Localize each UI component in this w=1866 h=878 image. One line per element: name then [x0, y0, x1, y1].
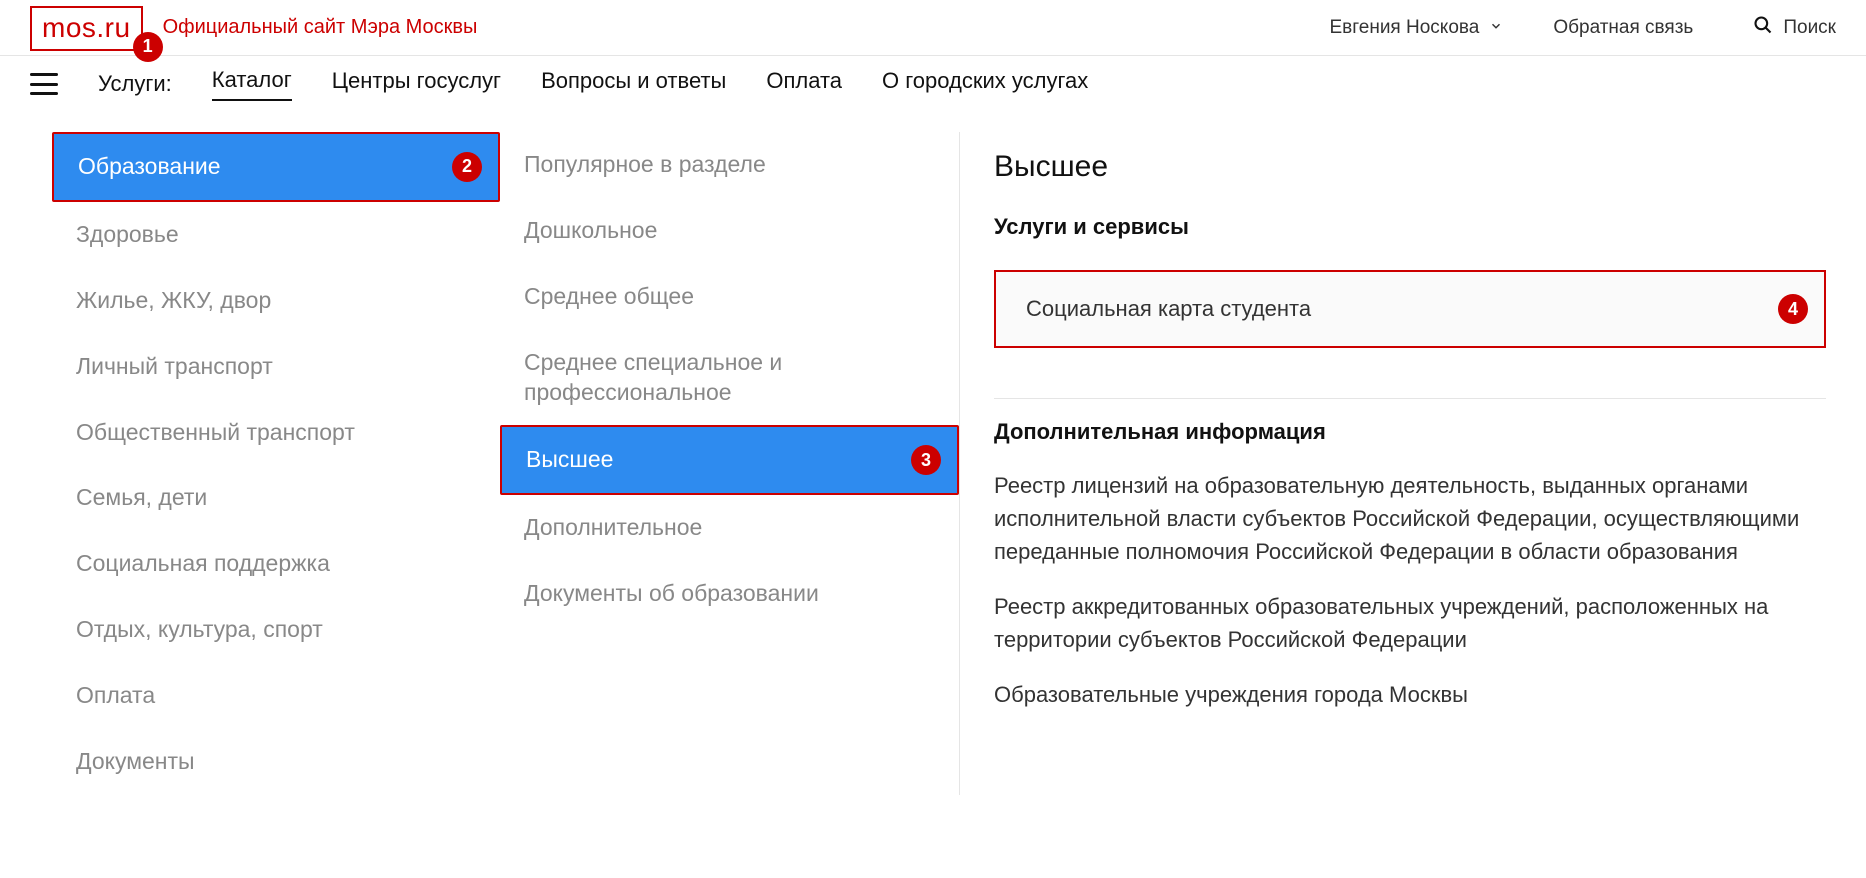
category-label: Образование	[78, 153, 221, 179]
category-payment[interactable]: Оплата	[52, 663, 500, 729]
annotation-badge-3: 3	[911, 445, 941, 475]
nav-catalog[interactable]: Каталог	[212, 67, 292, 101]
chevron-down-icon	[1489, 17, 1503, 39]
category-documents[interactable]: Документы	[52, 729, 500, 795]
category-housing[interactable]: Жилье, ЖКУ, двор	[52, 268, 500, 334]
section-divider	[994, 398, 1826, 399]
nav-bar: Услуги: Каталог Центры госуслуг Вопросы …	[0, 56, 1866, 112]
info-link-accredited[interactable]: Реестр аккредитованных образовательных у…	[994, 590, 1826, 656]
user-name: Евгения Носкова	[1329, 17, 1479, 39]
services-heading: Услуги и сервисы	[994, 214, 1826, 240]
category-education[interactable]: Образование 2	[52, 132, 500, 202]
annotation-badge-2: 2	[452, 152, 482, 182]
search-button[interactable]: Поиск	[1753, 15, 1836, 41]
subcategory-column: Популярное в разделе Дошкольное Среднее …	[500, 132, 960, 795]
subcategory-secondary[interactable]: Среднее общее	[500, 264, 959, 330]
subcategory-preschool[interactable]: Дошкольное	[500, 198, 959, 264]
subcategory-edu-docs[interactable]: Документы об образовании	[500, 561, 959, 627]
search-icon	[1753, 15, 1773, 41]
info-link-licenses[interactable]: Реестр лицензий на образовательную деяте…	[994, 469, 1826, 568]
service-card-label: Социальная карта студента	[1026, 296, 1311, 322]
annotation-badge-1: 1	[133, 32, 163, 62]
top-header: mos.ru 1 Официальный сайт Мэра Москвы Ев…	[0, 0, 1866, 56]
logo-wrapper: mos.ru 1	[30, 12, 143, 44]
feedback-link[interactable]: Обратная связь	[1553, 17, 1693, 39]
category-family[interactable]: Семья, дети	[52, 465, 500, 531]
user-menu[interactable]: Евгения Носкова	[1329, 17, 1503, 39]
nav-payment[interactable]: Оплата	[766, 68, 842, 100]
content-column: Высшее Услуги и сервисы Социальная карта…	[960, 132, 1866, 795]
nav-centers[interactable]: Центры госуслуг	[332, 68, 501, 100]
nav-faq[interactable]: Вопросы и ответы	[541, 68, 726, 100]
main-content: Образование 2 Здоровье Жилье, ЖКУ, двор …	[0, 132, 1866, 795]
search-label: Поиск	[1783, 17, 1836, 39]
annotation-badge-4: 4	[1778, 294, 1808, 324]
menu-icon[interactable]	[30, 73, 58, 95]
category-health[interactable]: Здоровье	[52, 202, 500, 268]
site-subtitle: Официальный сайт Мэра Москвы	[163, 16, 1330, 39]
info-heading: Дополнительная информация	[994, 419, 1826, 445]
subcategory-higher[interactable]: Высшее 3	[500, 425, 959, 495]
subcategory-label: Высшее	[526, 446, 613, 472]
nav-about[interactable]: О городских услугах	[882, 68, 1088, 100]
subcategory-popular[interactable]: Популярное в разделе	[500, 132, 959, 198]
category-personal-transport[interactable]: Личный транспорт	[52, 334, 500, 400]
category-social-support[interactable]: Социальная поддержка	[52, 531, 500, 597]
category-public-transport[interactable]: Общественный транспорт	[52, 400, 500, 466]
category-leisure[interactable]: Отдых, культура, спорт	[52, 597, 500, 663]
subcategory-additional[interactable]: Дополнительное	[500, 495, 959, 561]
page-title: Высшее	[994, 150, 1826, 184]
info-link-moscow-edu[interactable]: Образовательные учреждения города Москвы	[994, 678, 1826, 711]
logo[interactable]: mos.ru	[30, 6, 143, 51]
service-student-card[interactable]: Социальная карта студента 4	[994, 270, 1826, 348]
nav-services-label: Услуги:	[98, 71, 172, 97]
category-column: Образование 2 Здоровье Жилье, ЖКУ, двор …	[0, 132, 500, 795]
subcategory-vocational[interactable]: Среднее специальное и профессиональное	[500, 330, 959, 426]
